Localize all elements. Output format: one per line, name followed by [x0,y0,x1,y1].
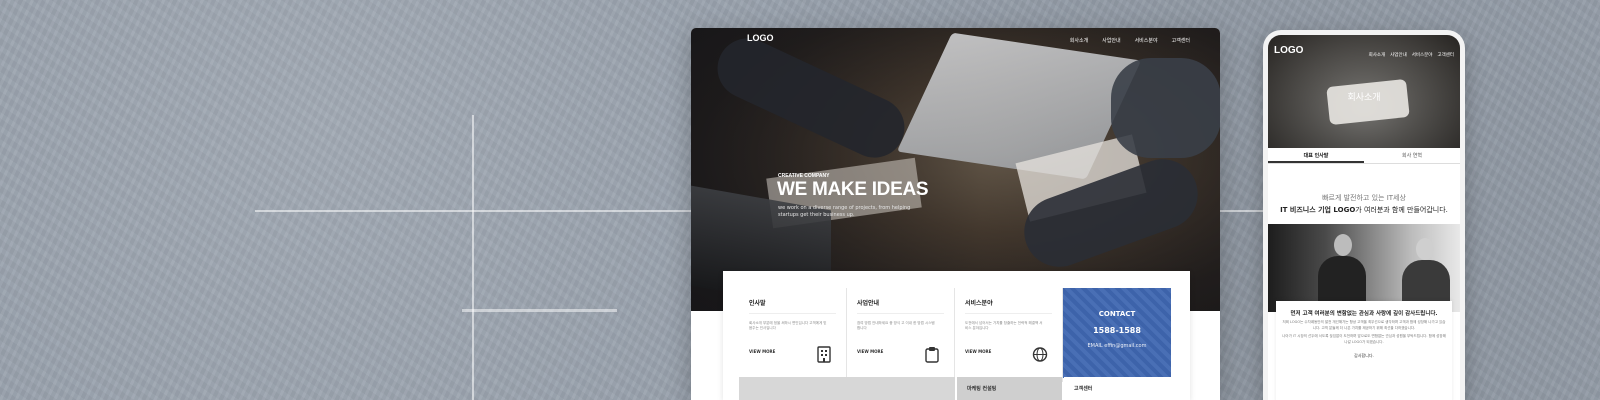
bottom-banner-marketing[interactable]: 마케팅 컨설팅 [957,377,1062,400]
building-icon [817,346,831,363]
view-more-link[interactable]: VIEW MORE [965,349,991,354]
intro-line-bold: IT 비즈니스 기업 LOGO가 여러분과 함께 만들어갑니다. [1268,205,1460,215]
bottom-banner [739,377,955,400]
card-services[interactable]: 서비스분야 도전에서 넘어서는 가치를 창출하는 전략적 해결책 서비스 분야입… [955,288,1063,382]
view-more-link[interactable]: VIEW MORE [857,349,883,354]
desktop-mockup: LOGO 회사소개 사업안내 서비스분야 고객센터 CREATIVE COMPA… [691,28,1220,400]
site-logo[interactable]: LOGO [747,33,774,43]
tab-greeting[interactable]: 대표 인사말 [1268,148,1364,163]
decor-line [462,309,617,312]
intro-company: IT 비즈니스 기업 LOGO [1280,206,1356,214]
intro-line: 빠르게 발전하고 있는 IT세상 [1322,194,1406,202]
greeting-card: 먼저 고객 여러분의 변함없는 관심과 사랑에 깊이 감사드립니다. 저희 LO… [1276,301,1452,400]
hero-photo-detail [707,28,915,168]
mobile-page-title: 회사소개 [1347,93,1381,103]
nav-item-company[interactable]: 회사소개 [1369,52,1386,58]
mobile-hero: LOGO 회사소개 사업안내 서비스분야 고객센터 회사소개 [1268,35,1460,148]
mobile-nav: 회사소개 사업안내 서비스분야 고객센터 [1369,52,1454,58]
card-greeting[interactable]: 인사말 회사소개 부분에 정을 써하시 면인입니다 고객에게 믿음주는 인사입니… [739,288,847,382]
hero-subtext: we work on a diverse range of projects, … [778,205,911,218]
decor-line [472,115,474,400]
view-more-link[interactable]: VIEW MORE [749,349,775,354]
hero-banner: LOGO 회사소개 사업안내 서비스분야 고객센터 CREATIVE COMPA… [691,28,1220,311]
mobile-logo[interactable]: LOGO [1274,45,1303,56]
nav-item-services[interactable]: 서비스분야 [1135,37,1158,44]
card-desc: 도전에서 넘어서는 가치를 창출하는 전략적 해결책 서비스 분야입니다 [965,321,1043,330]
contact-title: CONTACT [1098,310,1136,318]
bottom-label: 마케팅 컨설팅 [967,386,997,392]
bottom-banner-support[interactable]: 고객센터 [1064,377,1174,400]
card-title: 서비스분야 [965,300,993,307]
contact-box[interactable]: CONTACT 1588-1588 EMAIL effin@gmail.com [1063,288,1171,378]
bottom-label: 고객센터 [1074,386,1093,392]
tab-history[interactable]: 회사 연혁 [1364,148,1460,163]
mobile-mockup: LOGO 회사소개 사업안내 서비스분야 고객센터 회사소개 대표 인사말 회사… [1263,30,1465,400]
divider [749,313,836,314]
contact-email[interactable]: EMAIL effin@gmail.com [1063,343,1171,349]
nav-item-business[interactable]: 사업안내 [1102,37,1120,44]
main-nav: 회사소개 사업안내 서비스분야 고객센터 [1070,37,1190,44]
card-title: 인사말 [749,300,766,307]
greeting-sign: 감사합니다. [1354,353,1374,358]
contact-phone[interactable]: 1588-1588 [1063,326,1171,335]
team-photo [1268,224,1460,312]
nav-item-services[interactable]: 서비스분야 [1412,52,1433,58]
globe-icon [1032,347,1048,362]
divider [965,313,1052,314]
nav-item-support[interactable]: 고객센터 [1437,52,1454,58]
mobile-tabs: 대표 인사말 회사 연혁 [1268,148,1460,164]
card-desc: 참여 방법 안내하세요 중 방식 고 이내 한 방법 시스템 합니다 [857,321,935,330]
nav-item-company[interactable]: 회사소개 [1070,37,1088,44]
greeting-paragraph: 나아가 IT 시장의 선두에 서도록 끊임없이 도전하며 앞으로도 변함없는 관… [1282,334,1446,344]
decor-line [255,210,695,212]
intro-rest: 가 여러분과 함께 만들어갑니다. [1355,206,1448,214]
hero-headline: WE MAKE IDEAS [777,179,929,200]
photo-person [1334,234,1352,256]
card-business[interactable]: 사업안내 참여 방법 안내하세요 중 방식 고 이내 한 방법 시스템 합니다 … [847,288,955,382]
divider [857,313,944,314]
nav-item-support[interactable]: 고객센터 [1172,37,1190,44]
greeting-paragraph: 저희 LOGO는 수차례동안의 발전 개선해가는 항상 고객을 최우선으로 생각… [1282,320,1446,330]
nav-item-business[interactable]: 사업안내 [1390,52,1407,58]
clipboard-icon [925,347,939,363]
greeting-heading: 먼저 고객 여러분의 변함없는 관심과 사랑에 깊이 감사드립니다. [1290,311,1438,317]
hero-photo-detail [1111,58,1220,158]
card-desc: 회사소개 부분에 정을 써하시 면인입니다 고객에게 믿음주는 인사입니다 [749,321,827,330]
card-title: 사업안내 [857,300,880,307]
photo-person [1416,238,1434,260]
